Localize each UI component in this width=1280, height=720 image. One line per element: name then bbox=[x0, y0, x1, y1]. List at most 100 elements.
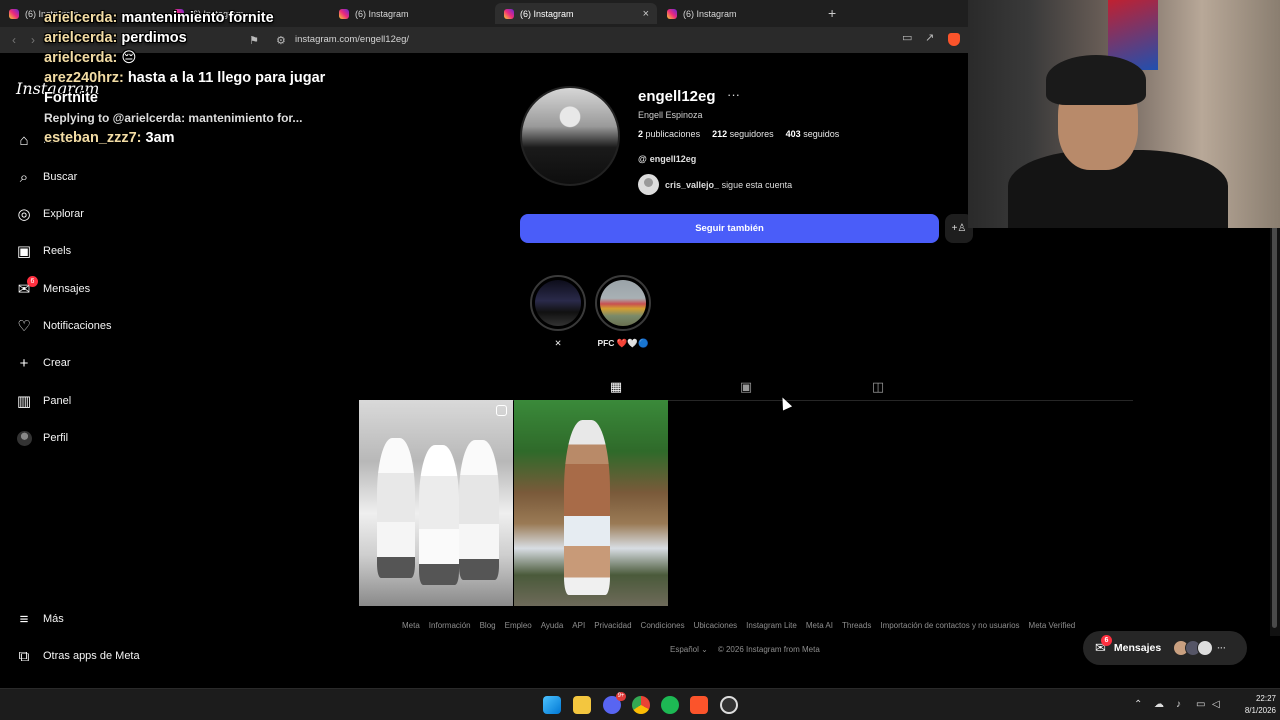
followed-by[interactable]: cris_vallejo_ sigue esta cuenta bbox=[638, 174, 792, 195]
forward-arrow-icon[interactable]: › bbox=[31, 33, 35, 47]
spotify-icon[interactable] bbox=[661, 696, 679, 714]
tab-reels[interactable]: ▣ bbox=[724, 373, 768, 401]
system-clock[interactable]: 22:27 8/1/2026 bbox=[1228, 693, 1276, 717]
add-person-icon: +♙ bbox=[951, 223, 967, 234]
url-box[interactable]: ⚑ ⚙ instagram.com/engell12eg/ bbox=[244, 30, 966, 50]
sidebar-item-otras-apps[interactable]: ⧉ Otras apps de Meta bbox=[16, 645, 140, 667]
windows-taskbar: 9+ ⌃ ☁ ♪ ▭ ◁ 22:27 8/1/2026 bbox=[0, 688, 1280, 720]
post-thumbnail[interactable] bbox=[359, 400, 513, 606]
follow-back-button[interactable]: Seguir también bbox=[520, 214, 939, 243]
footer-link[interactable]: Instagram Lite bbox=[746, 621, 797, 630]
profile-stats: 2 publicaciones 212 seguidores 403 segui… bbox=[638, 129, 839, 139]
sidebar-item-panel[interactable]: ▥ Panel bbox=[16, 390, 71, 412]
volume-icon[interactable]: ◁ bbox=[1212, 699, 1220, 710]
notification-badge: 6 bbox=[27, 276, 38, 287]
footer-link[interactable]: Ayuda bbox=[541, 621, 564, 630]
home-icon: ⌂ bbox=[19, 131, 29, 149]
footer-link[interactable]: Importación de contactos y no usuarios bbox=[880, 621, 1019, 630]
story-highlight[interactable]: ✕ bbox=[530, 275, 586, 349]
followers-count[interactable]: 212 seguidores bbox=[712, 129, 774, 139]
cast-icon[interactable]: ▭ bbox=[902, 31, 912, 44]
footer-links: Meta Información Blog Empleo Ayuda API P… bbox=[402, 621, 1075, 630]
windows-start-icon[interactable] bbox=[543, 696, 561, 714]
footer-link[interactable]: Información bbox=[429, 621, 471, 630]
chrome-icon[interactable] bbox=[632, 696, 650, 714]
profile-picture[interactable] bbox=[520, 86, 620, 186]
tab-posts[interactable]: ▦ bbox=[594, 373, 638, 401]
following-count[interactable]: 403 seguidos bbox=[786, 129, 840, 139]
footer-link[interactable]: Ubicaciones bbox=[694, 621, 738, 630]
network-icon[interactable]: ▭ bbox=[1196, 699, 1205, 710]
sidebar-item-mensajes[interactable]: ✉ 6 Mensajes bbox=[16, 276, 90, 300]
microphone-icon[interactable]: ♪ bbox=[1176, 699, 1181, 710]
chat-message: esteban_zzz7: 3am bbox=[44, 130, 175, 146]
footer-link[interactable]: Meta AI bbox=[806, 621, 833, 630]
cloud-icon[interactable]: ☁ bbox=[1154, 699, 1164, 710]
copyright: © 2026 Instagram from Meta bbox=[717, 645, 820, 654]
chat-reply: Replying to @arielcerda: mantenimiento f… bbox=[44, 111, 303, 125]
new-tab-button[interactable]: + bbox=[828, 5, 836, 21]
browser-tab[interactable]: (6) Instagram bbox=[330, 3, 495, 24]
brave-shield-icon[interactable] bbox=[948, 33, 960, 46]
sidebar-item-notificaciones[interactable]: ♡ Notificaciones bbox=[16, 315, 111, 337]
threads-icon: @ bbox=[638, 154, 647, 164]
footer-link[interactable]: Meta bbox=[402, 621, 420, 630]
more-icon: ··· bbox=[1217, 643, 1227, 653]
avatar bbox=[1197, 640, 1214, 656]
screen: (6) Instagram (6) Instagram (6) Instagra… bbox=[0, 0, 1280, 720]
chat-message: arielcerda: perdimos bbox=[44, 30, 187, 46]
post-thumbnail[interactable] bbox=[514, 400, 668, 606]
sidebar-item-explorar[interactable]: ◎ Explorar bbox=[16, 203, 84, 225]
sidebar-item-buscar[interactable]: ⌕ Buscar bbox=[16, 166, 77, 188]
discord-icon[interactable]: 9+ bbox=[603, 692, 626, 714]
footer-link[interactable]: Privacidad bbox=[594, 621, 631, 630]
instagram-favicon-icon bbox=[667, 8, 677, 19]
follower-username: cris_vallejo_ bbox=[665, 179, 720, 190]
tab-tagged[interactable]: ◫ bbox=[856, 373, 900, 401]
browser-tab[interactable]: (6) Instagram bbox=[658, 3, 820, 24]
back-arrow-icon[interactable]: ‹ bbox=[12, 33, 16, 47]
footer-link[interactable]: Blog bbox=[480, 621, 496, 630]
reels-icon: ▣ bbox=[16, 243, 32, 260]
more-options-icon[interactable]: ··· bbox=[727, 87, 740, 102]
notification-badge: 6 bbox=[1100, 635, 1112, 646]
page-scrollbar[interactable] bbox=[1270, 176, 1280, 636]
stream-chat-overlay: arielcerda: mantenimiento fornite arielc… bbox=[44, 8, 344, 148]
messages-pill[interactable]: ✉ 6 Mensajes ··· bbox=[1083, 631, 1247, 665]
threads-link[interactable]: @ engell12eg bbox=[638, 154, 696, 164]
file-explorer-icon[interactable] bbox=[573, 696, 591, 714]
profile-tabs: ▦ ▣ ◫ bbox=[360, 373, 1133, 401]
footer-link[interactable]: Condiciones bbox=[641, 621, 685, 630]
conversation-avatars bbox=[1173, 640, 1214, 656]
posts-count: 2 publicaciones bbox=[638, 129, 701, 139]
highlight-cover bbox=[600, 280, 646, 326]
sidebar-item-perfil[interactable]: Perfil bbox=[16, 427, 68, 449]
language-select[interactable]: Español ⌄ bbox=[670, 645, 708, 654]
footer-link[interactable]: Meta Verified bbox=[1029, 621, 1076, 630]
sidebar-item-mas[interactable]: ≡ Más bbox=[16, 608, 64, 630]
webcam-overlay bbox=[968, 0, 1280, 228]
browser-tab-active[interactable]: (6) Instagram × bbox=[495, 3, 657, 24]
reels-tab-icon: ▣ bbox=[739, 379, 753, 394]
profile-username: engell12eg bbox=[638, 88, 716, 105]
chat-message: arez240hrz: hasta a la 11 llego para jug… bbox=[44, 70, 326, 106]
chat-message: arielcerda: 😔 bbox=[44, 50, 137, 66]
menu-icon: ≡ bbox=[19, 610, 29, 628]
messenger-icon: ✉ 6 bbox=[16, 276, 38, 298]
footer-link[interactable]: Threads bbox=[842, 621, 871, 630]
story-highlight[interactable]: PFC ❤️🤍🔵 bbox=[595, 275, 651, 349]
close-tab-icon[interactable]: × bbox=[643, 8, 649, 20]
meta-apps-icon: ⧉ bbox=[18, 647, 30, 665]
messenger-icon: ✉ 6 bbox=[1095, 635, 1112, 656]
sidebar-item-reels[interactable]: ▣ Reels bbox=[16, 240, 71, 262]
tray-chevron-icon[interactable]: ⌃ bbox=[1134, 699, 1142, 710]
brave-icon[interactable] bbox=[690, 696, 708, 714]
share-icon[interactable]: ↗ bbox=[925, 31, 934, 44]
footer-link[interactable]: API bbox=[572, 621, 585, 630]
chat-message: arielcerda: mantenimiento fornite bbox=[44, 10, 274, 26]
sidebar-item-crear[interactable]: + Crear bbox=[16, 352, 71, 374]
obs-icon[interactable] bbox=[720, 696, 738, 714]
heart-icon: ♡ bbox=[17, 318, 31, 335]
cap bbox=[1046, 55, 1146, 105]
footer-link[interactable]: Empleo bbox=[505, 621, 532, 630]
